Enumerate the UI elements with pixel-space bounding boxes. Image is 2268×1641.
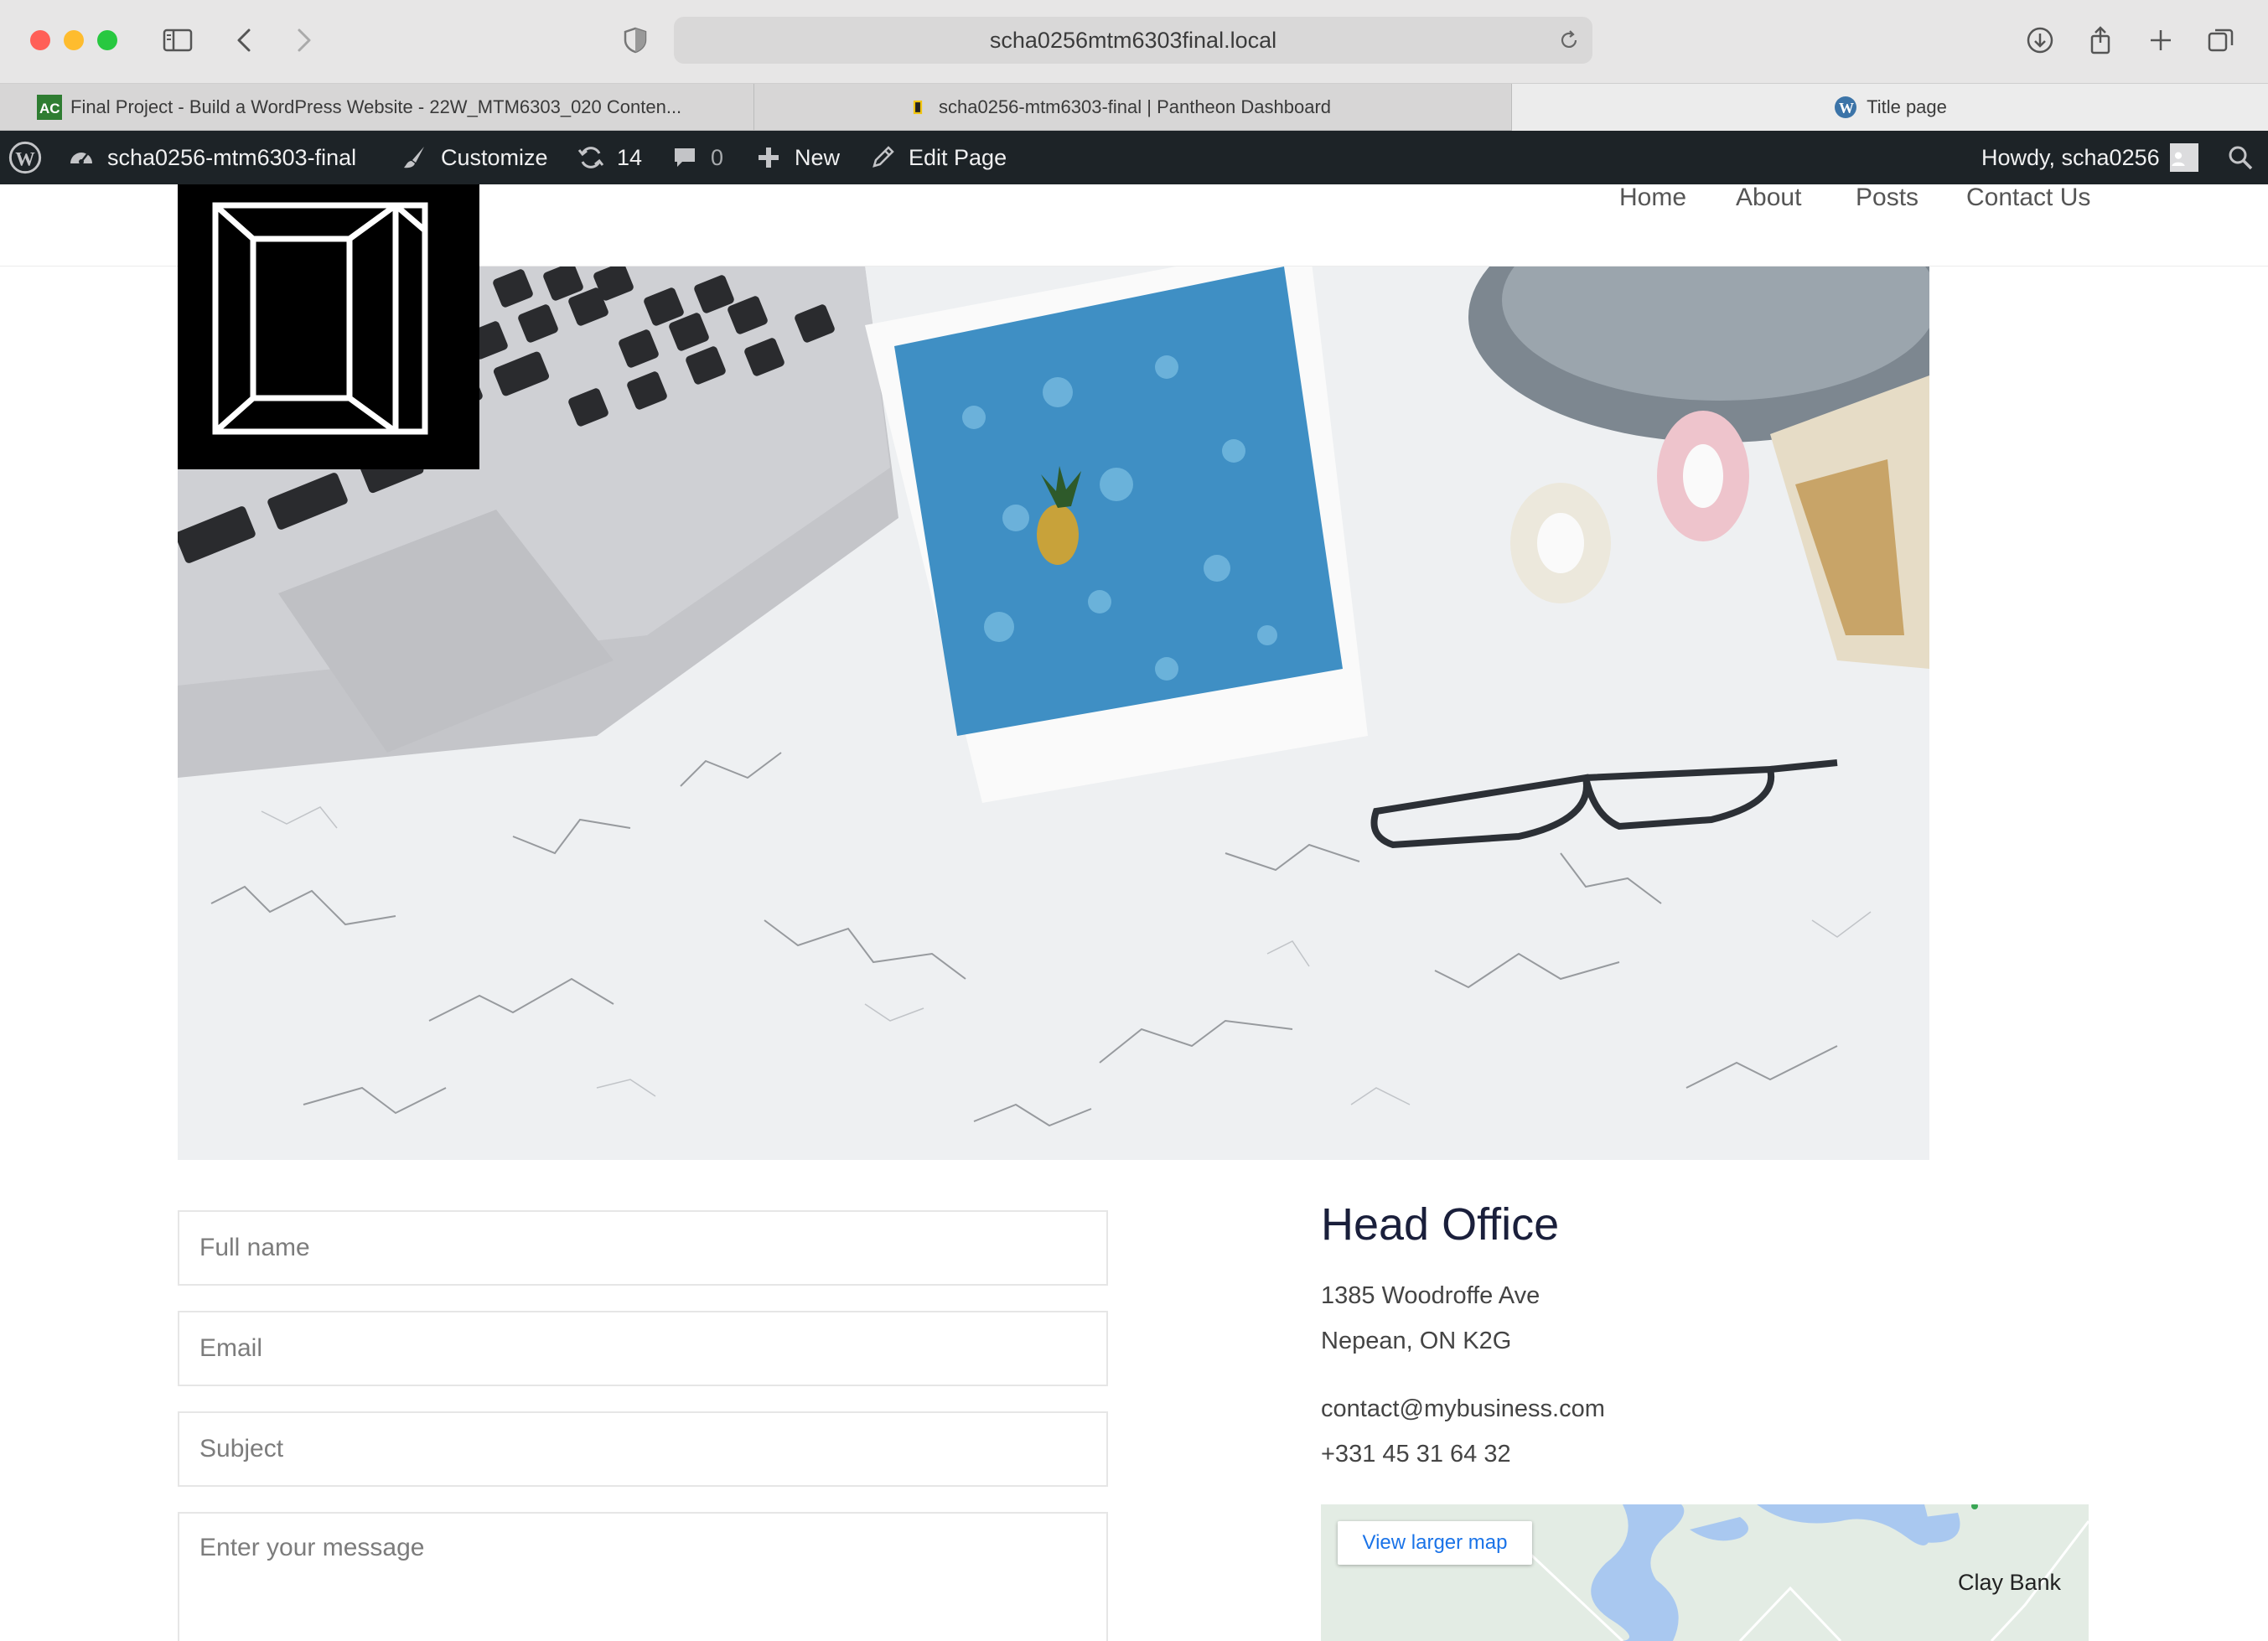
office-email[interactable]: contact@mybusiness.com <box>1321 1395 1605 1423</box>
search-icon[interactable] <box>2226 131 2255 184</box>
comment-bubble-icon <box>675 148 695 167</box>
new-label: New <box>795 144 841 170</box>
updates-refresh-icon <box>577 147 604 168</box>
edit-page-label: Edit Page <box>909 144 1007 170</box>
plus-icon <box>759 148 779 168</box>
ac-favicon-icon: AC <box>37 95 62 120</box>
tab-label: Final Project - Build a WordPress Websit… <box>70 96 682 117</box>
comments-count: 0 <box>711 144 724 170</box>
wordpress-logo-icon[interactable]: W <box>8 131 42 184</box>
new-content-menu[interactable]: New <box>754 131 840 184</box>
downloads-icon[interactable] <box>2022 22 2058 59</box>
share-icon[interactable] <box>2082 22 2119 59</box>
tab-label: scha0256-mtm6303-final | Pantheon Dashbo… <box>939 96 1332 117</box>
tab-overview-icon[interactable] <box>2203 22 2240 59</box>
email-placeholder: Email <box>199 1334 263 1362</box>
url-text: scha0256mtm6303final.local <box>989 27 1277 53</box>
avatar <box>2169 143 2198 172</box>
message-placeholder: Enter your message <box>199 1534 425 1561</box>
updates-count: 14 <box>617 144 643 170</box>
browser-toolbar: scha0256mtm6303final.local <box>0 0 2268 84</box>
customize-label: Customize <box>441 144 548 170</box>
nav-home[interactable]: Home <box>1619 184 1686 211</box>
sidebar-toggle-icon[interactable] <box>159 22 196 59</box>
message-textarea[interactable]: Enter your message <box>178 1512 1108 1641</box>
full-name-placeholder: Full name <box>199 1234 310 1261</box>
comments-link[interactable]: 0 <box>671 131 723 184</box>
tab-bar: AC Final Project - Build a WordPress Web… <box>0 84 2268 131</box>
nav-posts[interactable]: Posts <box>1856 184 1918 211</box>
office-heading: Head Office <box>1321 1199 1560 1250</box>
forward-arrow-icon[interactable] <box>285 22 322 59</box>
nav-about[interactable]: About <box>1736 184 1801 211</box>
tab-pantheon[interactable]: scha0256-mtm6303-final | Pantheon Dashbo… <box>754 84 1512 131</box>
subject-input[interactable]: Subject <box>178 1411 1108 1487</box>
close-window-button[interactable] <box>30 30 50 50</box>
wp-admin-bar: W scha0256-mtm6303-final Customize 14 0 … <box>0 131 2268 184</box>
tab-final-project[interactable]: AC Final Project - Build a WordPress Web… <box>0 84 754 131</box>
pantheon-favicon-icon <box>905 95 930 120</box>
site-logo[interactable] <box>178 184 479 469</box>
pencil-icon <box>873 146 894 168</box>
svg-text:AC: AC <box>39 101 60 116</box>
privacy-shield-icon[interactable] <box>617 22 654 59</box>
howdy-label: Howdy, scha0256 <box>1981 144 2160 170</box>
nav-contact-us[interactable]: Contact Us <box>1966 184 2090 211</box>
reload-icon[interactable] <box>1557 28 1581 52</box>
svg-text:W: W <box>15 148 35 170</box>
dashboard-gauge-icon <box>70 153 92 164</box>
address-bar[interactable]: scha0256mtm6303final.local <box>674 17 1592 64</box>
zoom-window-button[interactable] <box>97 30 117 50</box>
customize-link[interactable]: Customize <box>401 131 548 184</box>
email-input[interactable]: Email <box>178 1311 1108 1386</box>
edit-page-link[interactable]: Edit Page <box>868 131 1007 184</box>
site-name-menu[interactable]: scha0256-mtm6303-final <box>67 131 356 184</box>
my-account-menu[interactable]: Howdy, scha0256 <box>1981 131 2198 184</box>
subject-placeholder: Subject <box>199 1435 284 1462</box>
embedded-map[interactable]: View larger map Clay Bank <box>1321 1504 2089 1641</box>
updates-link[interactable]: 14 <box>577 131 642 184</box>
minimize-window-button[interactable] <box>64 30 84 50</box>
site-name-label: scha0256-mtm6303-final <box>107 144 357 170</box>
wordpress-favicon-icon: W <box>1833 95 1858 120</box>
office-phone: +331 45 31 64 32 <box>1321 1441 1511 1468</box>
svg-text:W: W <box>1839 100 1854 116</box>
address-line-1: 1385 Woodroffe Ave <box>1321 1282 1540 1309</box>
view-larger-map-button[interactable]: View larger map <box>1338 1521 1532 1565</box>
full-name-input[interactable]: Full name <box>178 1210 1108 1286</box>
new-tab-plus-icon[interactable] <box>2142 22 2179 59</box>
map-place-label: Clay Bank <box>1958 1570 2062 1595</box>
paintbrush-icon <box>404 147 424 168</box>
back-arrow-icon[interactable] <box>226 22 263 59</box>
tab-title-page[interactable]: W Title page <box>1512 84 2268 131</box>
tab-label: Title page <box>1867 96 1947 117</box>
address-line-2: Nepean, ON K2G <box>1321 1328 1512 1354</box>
